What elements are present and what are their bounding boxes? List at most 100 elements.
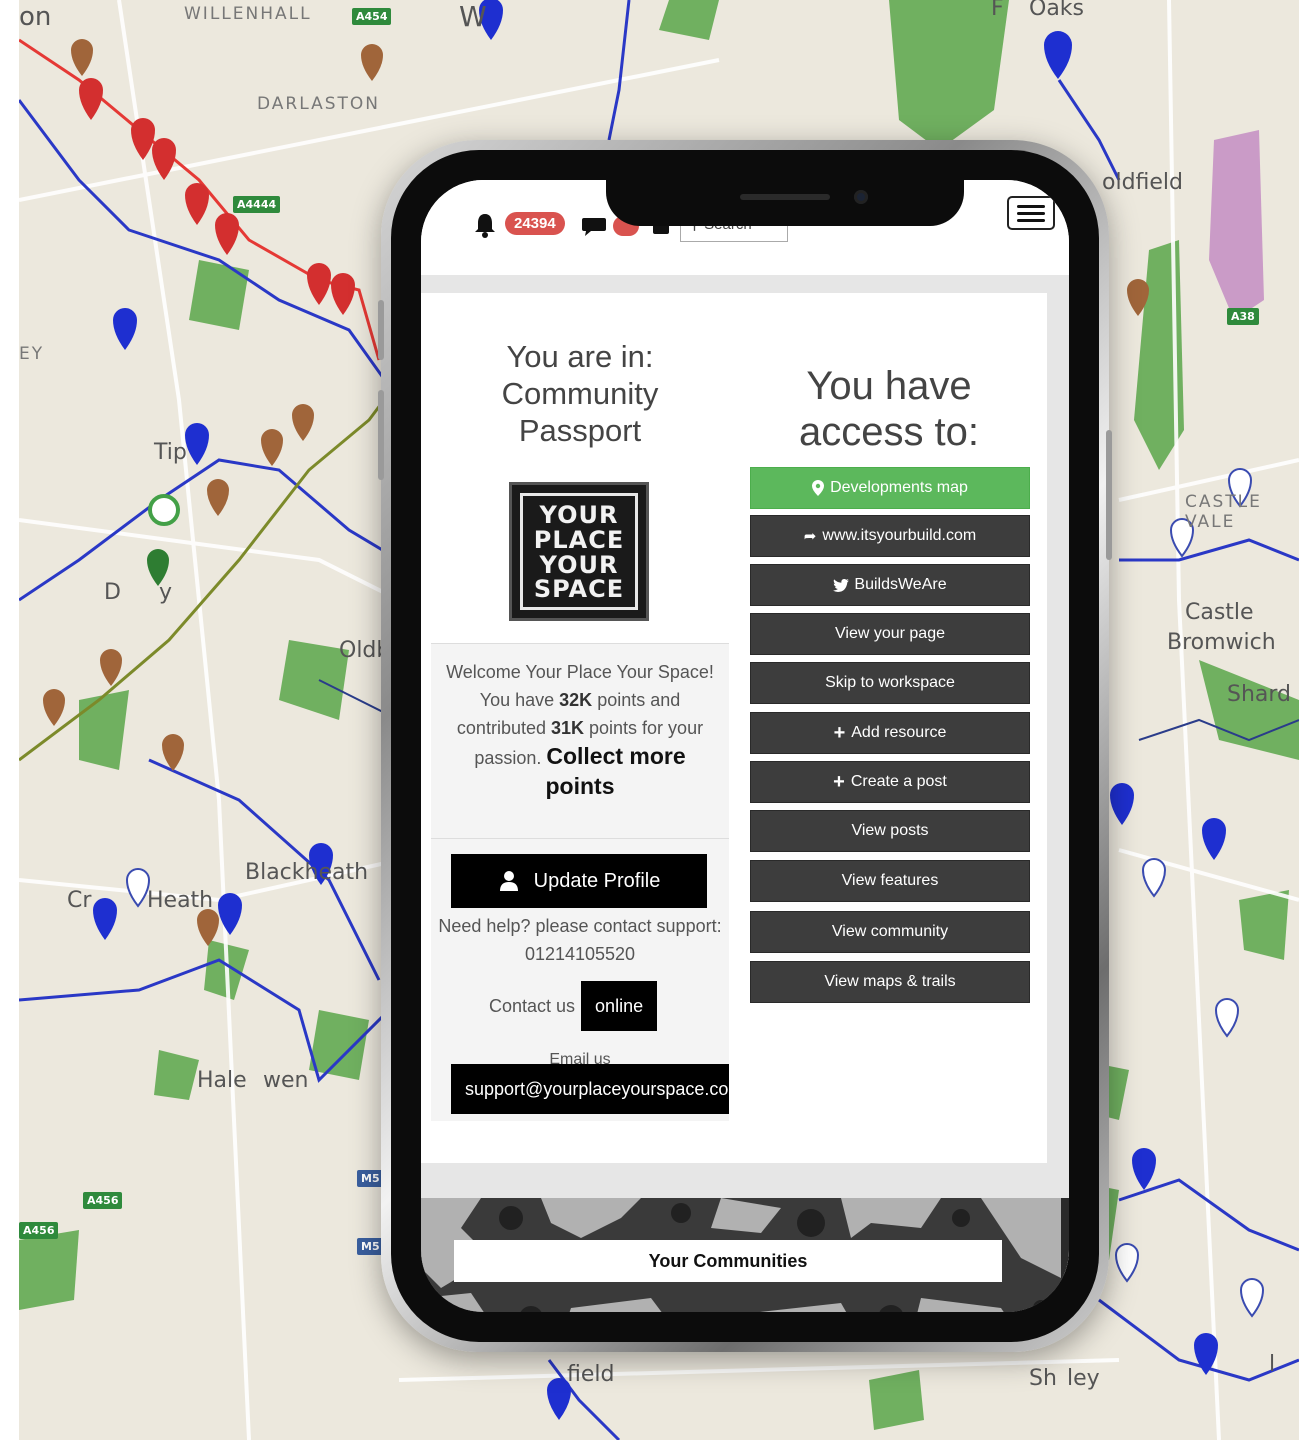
map-label: CASTLE VALE <box>1185 492 1262 532</box>
phone-side-button <box>378 300 384 360</box>
contact-row: Contact us online <box>489 980 658 1032</box>
notification-count-badge[interactable]: 24394 <box>505 212 565 235</box>
passport-card: You are in: Community Passport YOUR PLAC… <box>421 293 1047 1163</box>
map-label: Sh <box>1029 1366 1057 1391</box>
plus-icon: + <box>833 721 846 744</box>
welcome-line: Welcome Your Place Your Space! <box>446 662 714 682</box>
update-profile-button[interactable]: Update Profile <box>451 854 707 908</box>
twitter-link-button[interactable]: BuildsWeAre <box>750 564 1030 606</box>
itsyourbuild-link-button[interactable]: ➦ www.itsyourbuild.com <box>750 515 1030 557</box>
road-badge: M5 <box>357 1170 384 1187</box>
view-community-label: View community <box>831 923 949 940</box>
itsyourbuild-label: www.itsyourbuild.com <box>822 527 977 544</box>
road-badge: A454 <box>352 8 392 25</box>
view-your-page-button[interactable]: View your page <box>750 613 1030 655</box>
phone-screen: 24394 ⚲ Search You are in: Community Pas… <box>421 180 1069 1312</box>
speaker-grille <box>740 194 830 200</box>
create-post-label: Create a post <box>850 773 947 790</box>
share-icon: ➦ <box>803 528 817 545</box>
developments-map-button[interactable]: Developments map <box>750 467 1030 509</box>
update-profile-label: Update Profile <box>533 869 661 892</box>
access-heading: You have access to: <box>798 364 980 454</box>
map-label: DARLASTON <box>257 94 380 114</box>
map-label: Oaks <box>1029 0 1084 21</box>
twitter-label: BuildsWeAre <box>854 576 947 593</box>
map-label: oldfield <box>1102 170 1184 195</box>
map-label: Tip <box>154 440 187 465</box>
road-badge: M5 <box>357 1238 384 1255</box>
road-badge: A456 <box>19 1222 59 1239</box>
welcome-message: Welcome Your Place Your Space! You have … <box>431 658 729 802</box>
map-label: Cr <box>67 888 92 913</box>
email-support-button[interactable]: support@yourplaceyourspace.com <box>451 1064 729 1114</box>
view-your-page-label: View your page <box>835 625 945 642</box>
location-line: Passport <box>518 413 642 448</box>
map-label: l <box>1269 1352 1276 1377</box>
phone-bezel: 24394 ⚲ Search You are in: Community Pas… <box>391 150 1099 1342</box>
map-label: y <box>159 580 173 605</box>
phone-mockup: 24394 ⚲ Search You are in: Community Pas… <box>378 140 1112 1352</box>
road-badge: A38 <box>1227 308 1259 325</box>
road-badge: A456 <box>83 1192 123 1209</box>
map-label: field <box>567 1362 615 1387</box>
plus-icon: + <box>833 770 845 793</box>
location-line: Community <box>501 376 659 411</box>
map-label: Bromwich <box>1167 630 1276 655</box>
phone-power-button <box>1106 430 1112 560</box>
contributed-value: 31K <box>550 718 585 738</box>
view-posts-button[interactable]: View posts <box>750 810 1030 852</box>
add-resource-label: Add resource <box>851 724 947 741</box>
collect-points-link[interactable]: Collect more points <box>546 743 686 799</box>
view-posts-label: View posts <box>851 822 929 839</box>
road-badge: A4444 <box>233 196 281 213</box>
location-line: You are in: <box>506 339 654 374</box>
phone-volume-button <box>378 390 384 480</box>
map-label: Castle <box>1185 600 1254 625</box>
map-label: Hale <box>197 1068 247 1093</box>
online-chat-button[interactable]: online <box>581 981 658 1031</box>
map-marker-icon <box>812 480 825 496</box>
map-label: Heath <box>147 888 214 913</box>
help-text: Need help? please contact support: 01214… <box>438 916 722 964</box>
points-value: 32K <box>559 690 593 710</box>
communities-banner: Your Communities <box>421 1198 1069 1312</box>
skip-to-workspace-label: Skip to workspace <box>825 674 955 691</box>
email-label: Email us <box>549 1052 611 1064</box>
location-heading: You are in: Community Passport <box>421 338 739 449</box>
map-label: Blackheath <box>245 860 369 885</box>
logo-word: YOUR <box>539 501 619 529</box>
map-label: D <box>104 580 121 605</box>
menu-toggle-button[interactable] <box>1007 196 1055 230</box>
chat-icon[interactable] <box>581 214 607 238</box>
view-features-button[interactable]: View features <box>750 860 1030 902</box>
add-resource-button[interactable]: + Add resource <box>750 712 1030 754</box>
view-maps-trails-label: View maps & trails <box>824 973 956 990</box>
map-label: ley <box>1067 1366 1100 1391</box>
points-text: You have <box>479 690 560 710</box>
view-maps-trails-button[interactable]: View maps & trails <box>750 961 1030 1003</box>
front-camera <box>854 190 868 204</box>
bell-icon[interactable] <box>473 212 497 238</box>
welcome-panel: Welcome Your Place Your Space! You have … <box>431 643 729 1121</box>
skip-to-workspace-button[interactable]: Skip to workspace <box>750 662 1030 704</box>
logo-word: PLACE <box>533 526 625 554</box>
your-place-your-space-logo: YOUR PLACE YOUR SPACE <box>509 482 649 621</box>
view-community-button[interactable]: View community <box>750 911 1030 953</box>
contact-label: Contact us <box>489 995 576 1016</box>
map-label: EY <box>19 344 45 364</box>
logo-word: YOUR <box>539 551 619 579</box>
your-communities-heading[interactable]: Your Communities <box>454 1240 1002 1282</box>
view-features-label: View features <box>841 872 939 889</box>
logo-word: SPACE <box>533 575 625 603</box>
map-label: F <box>991 0 1004 21</box>
map-label: on <box>19 2 52 32</box>
phone-notch <box>606 180 964 226</box>
map-label: W <box>459 0 487 33</box>
twitter-icon <box>833 578 850 592</box>
map-label: wen <box>263 1068 309 1093</box>
user-icon <box>499 871 518 891</box>
map-label: Shard En <box>1227 682 1299 707</box>
developments-map-label: Developments map <box>830 479 968 496</box>
create-post-button[interactable]: + Create a post <box>750 761 1030 803</box>
divider <box>431 838 729 839</box>
